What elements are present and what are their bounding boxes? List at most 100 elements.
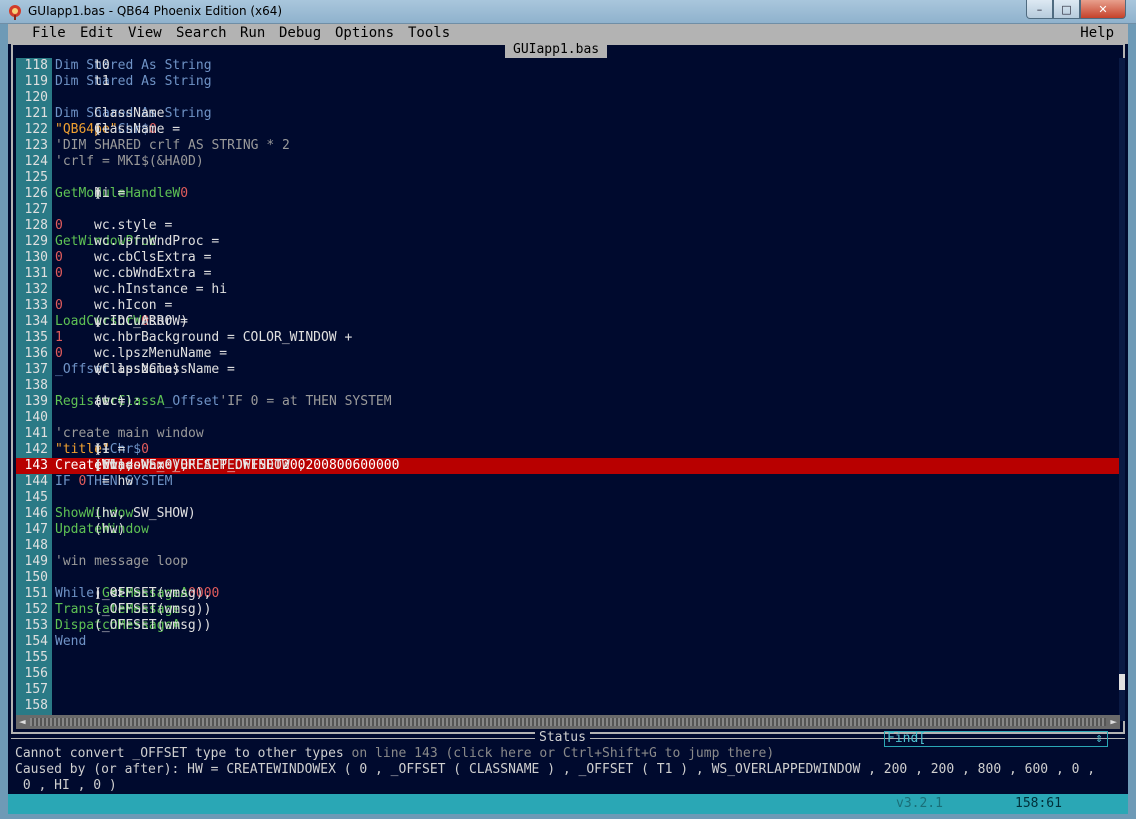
token-txt: ClassName — [94, 106, 173, 121]
line-number: 155 — [24, 650, 48, 665]
horizontal-scrollbar[interactable]: ◄ ► — [16, 715, 1120, 729]
line-code: 'DIM SHARED crlf AS STRING * 2 — [55, 138, 290, 154]
code-line[interactable]: 123 'DIM SHARED crlf AS STRING * 2 — [16, 138, 1120, 154]
error-text: Cannot convert _OFFSET type to other typ… — [15, 746, 344, 761]
code-line[interactable]: 150 — [16, 570, 1120, 586]
menu-edit[interactable]: Edit — [80, 25, 114, 41]
code-line[interactable]: 155 — [16, 650, 1120, 666]
menu-file[interactable]: File — [32, 25, 66, 41]
code-line[interactable]: 154 Wend — [16, 634, 1120, 650]
code-editor[interactable]: 118 Dim Shared t0 As String 119 Dim Shared … — [16, 58, 1120, 721]
line-number: 156 — [24, 666, 48, 681]
vertical-scroll-thumb[interactable] — [1119, 674, 1125, 690]
token-kw: As String — [141, 74, 212, 89]
code-line[interactable]: 119 Dim Shared t1 As String — [16, 74, 1120, 90]
line-code: wc.lpfnWndProc = GetWindowProc — [55, 234, 219, 250]
code-line[interactable]: 122 ClassName = "QB64pe" + Chr$(0) — [16, 122, 1120, 138]
code-line[interactable]: 121 Dim Shared ClassName As String — [16, 106, 1120, 122]
token-num: 0 — [383, 458, 392, 473]
code-line[interactable]: 138 — [16, 378, 1120, 394]
line-number: 133 — [24, 298, 48, 313]
line-number: 120 — [24, 90, 48, 105]
code-line[interactable]: 156 — [16, 666, 1120, 682]
line-number: 147 — [24, 522, 48, 537]
find-history-arrows-icon[interactable]: ⇕ — [1095, 732, 1103, 746]
line-code: While GetMessageA (_OFFSET(wmsg), 0, 0, 0… — [55, 586, 219, 602]
menu-help[interactable]: Help — [1080, 25, 1114, 41]
line-code: Dim Shared ClassName As String — [55, 106, 212, 122]
code-line[interactable]: 141 'create main window — [16, 426, 1120, 442]
line-number: 145 — [24, 490, 48, 505]
menu-view[interactable]: View — [128, 25, 162, 41]
code-line[interactable]: 129 wc.lpfnWndProc = GetWindowProc — [16, 234, 1120, 250]
status-error-message[interactable]: Cannot convert _OFFSET type to other typ… — [15, 746, 774, 762]
code-line[interactable]: 151 While GetMessageA (_OFFSET(wmsg), 0, … — [16, 586, 1120, 602]
token-cm: 'IF 0 = at THEN SYSTEM — [219, 394, 392, 409]
line-code: wc.cbClsExtra = 0 — [55, 250, 211, 266]
code-line[interactable]: 140 — [16, 410, 1120, 426]
menu-tools[interactable]: Tools — [408, 25, 450, 41]
code-line[interactable]: 130 wc.cbClsExtra = 0 — [16, 250, 1120, 266]
code-line[interactable]: 139 at = RegisterClassA(_Offset (wc)): 'IF… — [16, 394, 1120, 410]
code-line[interactable]: 131 wc.cbWndExtra = 0 — [16, 266, 1120, 282]
vertical-scrollbar[interactable] — [1119, 58, 1125, 721]
code-line[interactable]: 120 — [16, 90, 1120, 106]
code-line[interactable]: 136 wc.lpszMenuName = 0 — [16, 346, 1120, 362]
line-number: 134 — [24, 314, 48, 329]
menu-debug[interactable]: Debug — [279, 25, 321, 41]
code-line[interactable]: 153 DispatchMessageA (_OFFSET(wmsg)) — [16, 618, 1120, 634]
code-line-error[interactable]: 143 hw = CreateWindowEx(0, _OFFSET (Class… — [16, 458, 1120, 474]
code-line[interactable]: 158 — [16, 698, 1120, 714]
code-line[interactable]: 149 'win message loop — [16, 554, 1120, 570]
close-button[interactable]: ✕ — [1080, 0, 1126, 19]
line-number: 122 — [24, 122, 48, 137]
code-line[interactable]: 135 wc.hbrBackground = COLOR_WINDOW + 1 — [16, 330, 1120, 346]
token-num: 600 — [352, 458, 376, 473]
token-num: 0 — [55, 218, 63, 233]
line-code: Dim Shared t0 As String — [55, 58, 212, 74]
cursor-position: 158:61 — [1015, 796, 1062, 811]
line-code: wc.cbWndExtra = 0 — [55, 266, 211, 282]
token-txt: (hw, SW_SHOW) — [94, 506, 196, 521]
code-line[interactable]: 157 — [16, 682, 1120, 698]
code-line[interactable]: 125 — [16, 170, 1120, 186]
find-field[interactable]: Find[ ⇕ — [884, 731, 1108, 747]
maximize-icon: □ — [1061, 2, 1072, 16]
menu-run[interactable]: Run — [240, 25, 265, 41]
line-code: ShowWindow (hw, SW_SHOW) — [55, 506, 196, 522]
menu-options[interactable]: Options — [335, 25, 394, 41]
file-tab[interactable]: GUIapp1.bas — [505, 41, 608, 58]
code-line[interactable]: 118 Dim Shared t0 As String — [16, 58, 1120, 74]
code-line[interactable]: 128 wc.style = 0 — [16, 218, 1120, 234]
line-code: IF 0 = hw THEN SYSTEM — [55, 474, 172, 490]
code-line[interactable]: 152 TranslateMessage (_OFFSET(wmsg)) — [16, 602, 1120, 618]
code-line[interactable]: 126 hi = GetModuleHandleW(0) — [16, 186, 1120, 202]
code-line[interactable]: 144 IF 0 = hw THEN SYSTEM — [16, 474, 1120, 490]
token-cm: 'create main window — [55, 426, 204, 441]
code-line[interactable]: 147 UpdateWindow (hw) — [16, 522, 1120, 538]
code-line[interactable]: 142 t1 = "title" + Chr$(0) — [16, 442, 1120, 458]
minimize-button[interactable]: – — [1026, 0, 1053, 19]
line-number: 149 — [24, 554, 48, 569]
code-line[interactable]: 148 — [16, 538, 1120, 554]
find-label: Find[ — [887, 731, 927, 746]
code-line[interactable]: 137 wc.lpszClassName = _Offset (ClassName) — [16, 362, 1120, 378]
menu-search[interactable]: Search — [176, 25, 227, 41]
code-line[interactable]: 134 wc.hCursor = LoadCursorW(0, IDC_ARROW… — [16, 314, 1120, 330]
code-line[interactable]: 145 — [16, 490, 1120, 506]
line-number: 158 — [24, 698, 48, 713]
line-number: 157 — [24, 682, 48, 697]
token-txt: ) — [94, 186, 102, 201]
code-line[interactable]: 132 wc.hInstance = hi — [16, 282, 1120, 298]
scroll-right-icon[interactable]: ► — [1110, 715, 1117, 729]
maximize-button[interactable]: □ — [1053, 0, 1080, 19]
code-line[interactable]: 124 'crlf = MKI$(&HA0D) — [16, 154, 1120, 170]
scroll-left-icon[interactable]: ◄ — [19, 715, 26, 729]
code-line[interactable]: 133 wc.hIcon = 0 — [16, 298, 1120, 314]
code-line[interactable]: 146 ShowWindow (hw, SW_SHOW) — [16, 506, 1120, 522]
horizontal-scroll-track[interactable] — [30, 718, 1106, 726]
line-number: 125 — [24, 170, 48, 185]
error-jump-hint[interactable]: on line 143 (click here or Ctrl+Shift+G … — [344, 746, 775, 761]
line-code: Wend — [55, 634, 86, 650]
code-line[interactable]: 127 — [16, 202, 1120, 218]
